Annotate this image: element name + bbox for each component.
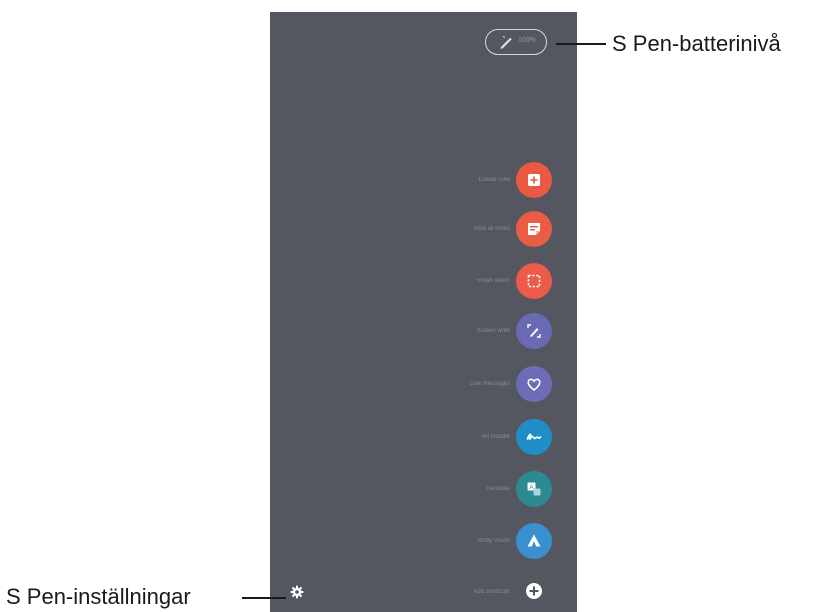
menu-item-label: Create note — [478, 177, 510, 183]
settings-callout-label: S Pen-inställningar — [6, 584, 191, 609]
battery-callout-label: S Pen-batterinivå — [612, 31, 781, 56]
add-shortcuts-item[interactable]: Add shortcuts — [410, 574, 575, 610]
bixby-vision-button[interactable] — [516, 523, 552, 559]
bixby-vision-icon — [527, 534, 541, 547]
screen-write-button[interactable] — [516, 313, 552, 349]
live-messages-button[interactable] — [516, 366, 552, 402]
menu-item-label: Screen write — [476, 328, 510, 334]
ar-doodle-button[interactable] — [516, 419, 552, 455]
create-note-icon — [528, 174, 540, 186]
menu-item-label: Smart select — [476, 278, 510, 284]
smart-select-button[interactable] — [516, 263, 552, 299]
menu-item-label: Bixby Vision — [477, 538, 510, 544]
menu-item-label: Translate — [485, 486, 510, 492]
menu-item-bixby-vision[interactable]: Bixby Vision — [410, 520, 575, 564]
svg-text:A: A — [529, 484, 534, 491]
live-messages-icon — [527, 378, 541, 391]
translate-button[interactable]: A — [516, 471, 552, 507]
menu-item-screen-write[interactable]: Screen write — [410, 310, 575, 354]
gear-icon[interactable] — [290, 585, 304, 599]
ar-doodle-icon — [526, 433, 542, 440]
menu-item-label: AR Doodle — [480, 434, 510, 440]
menu-item-create-note[interactable]: Create note — [410, 159, 575, 203]
battery-level-text: 100% — [518, 37, 536, 44]
view-all-notes-button[interactable] — [516, 211, 552, 247]
create-note-button[interactable] — [516, 162, 552, 198]
air-command-screen: 100% Create note View all notes Smart se… — [270, 12, 577, 612]
pen-icon — [500, 36, 512, 49]
menu-item-translate[interactable]: Translate A — [410, 468, 575, 512]
settings-callout-line — [242, 597, 286, 599]
menu-item-label: View all notes — [473, 226, 510, 232]
s-pen-battery-indicator: 100% — [485, 29, 547, 55]
menu-item-label: Live messages — [469, 381, 510, 387]
menu-item-live-messages[interactable]: Live messages — [410, 363, 575, 407]
plus-icon[interactable] — [525, 582, 543, 600]
add-shortcuts-label: Add shortcuts — [473, 589, 510, 595]
menu-item-smart-select[interactable]: Smart select — [410, 260, 575, 304]
menu-item-ar-doodle[interactable]: AR Doodle — [410, 416, 575, 460]
screen-write-icon — [527, 324, 541, 338]
notes-icon — [528, 223, 540, 235]
smart-select-icon — [527, 274, 541, 288]
battery-callout-line — [556, 43, 606, 45]
translate-icon: A — [527, 482, 541, 496]
menu-item-view-all-notes[interactable]: View all notes — [410, 208, 575, 252]
